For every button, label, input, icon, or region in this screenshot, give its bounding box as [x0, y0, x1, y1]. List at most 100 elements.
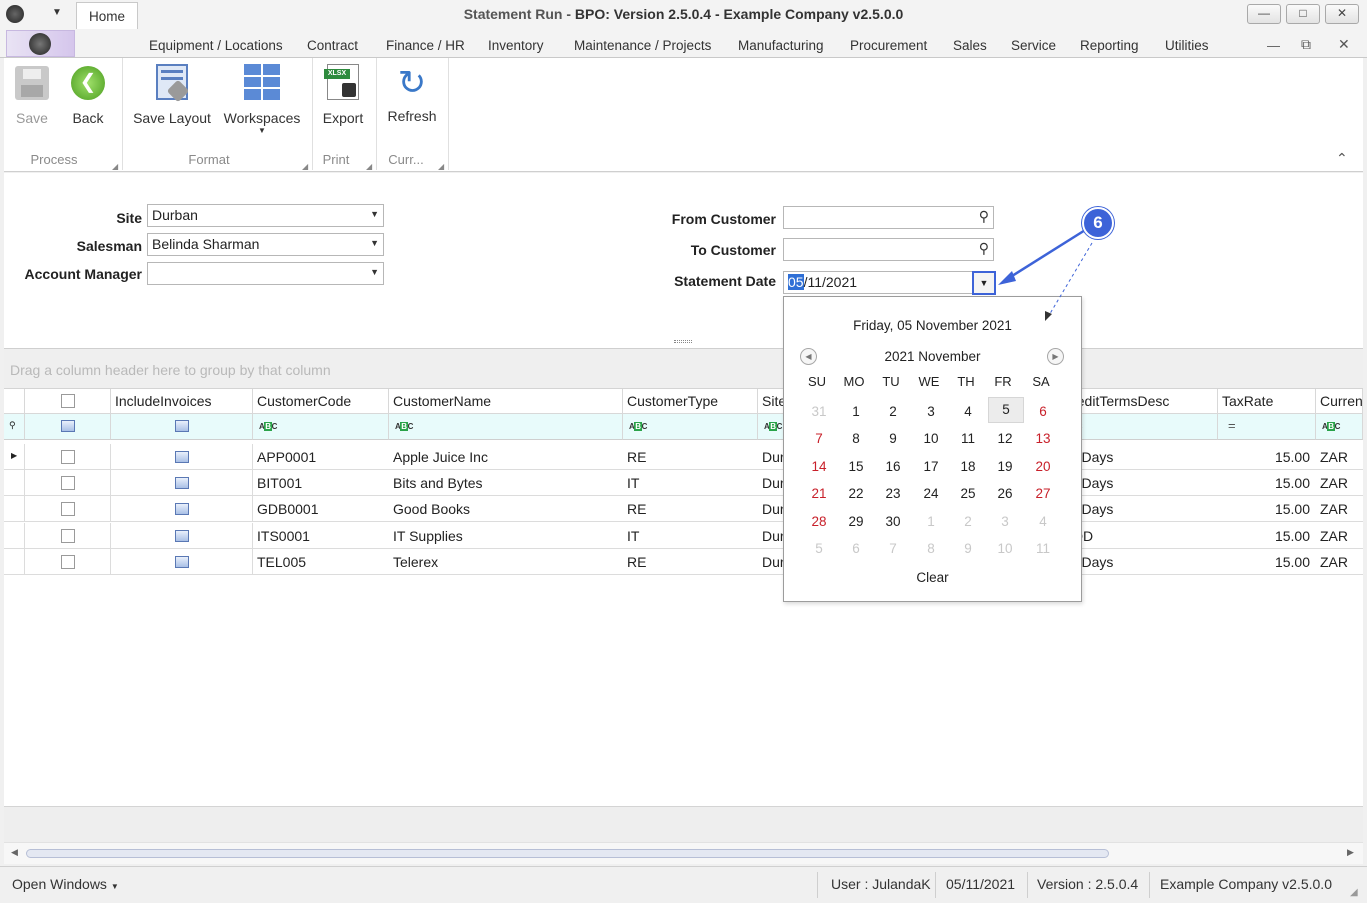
scroll-left-icon[interactable]: ◀ [11, 847, 18, 858]
calendar-day-other-month[interactable]: 7 [878, 541, 908, 556]
filter-include-invoices[interactable] [111, 414, 253, 440]
tab-service[interactable]: Service [1011, 38, 1056, 53]
export-button[interactable]: XLSX Export [318, 64, 368, 126]
calendar-day[interactable]: 10 [916, 431, 946, 446]
calendar-day[interactable]: 13 [1028, 431, 1058, 446]
group-process-launcher-icon[interactable]: ◢ [112, 162, 118, 171]
row-indicator[interactable] [4, 522, 25, 549]
include-invoices-checkbox[interactable] [174, 503, 189, 516]
calendar-day[interactable]: 19 [990, 459, 1020, 474]
select-all-header[interactable] [25, 389, 111, 414]
back-button[interactable]: ❮ Back [66, 66, 110, 126]
filter-tax-rate[interactable]: = [1218, 414, 1316, 440]
mdi-minimize-icon[interactable]: — [1267, 38, 1280, 53]
tab-reporting[interactable]: Reporting [1080, 38, 1139, 53]
calendar-day[interactable]: 8 [841, 431, 871, 446]
row-select-checkbox[interactable] [60, 450, 75, 464]
mdi-close-icon[interactable]: ✕ [1338, 36, 1350, 53]
mdi-restore-icon[interactable]: ⧉ [1301, 36, 1311, 53]
row-indicator[interactable]: ▶ [4, 444, 25, 470]
statement-date-input[interactable]: 05/11/2021 [783, 271, 996, 294]
row-select-checkbox[interactable] [60, 476, 75, 491]
calendar-month-label[interactable]: 2021 November [784, 349, 1081, 364]
include-invoices-cell[interactable] [111, 444, 253, 470]
calendar-day-other-month[interactable]: 1 [916, 514, 946, 529]
header-tax-rate[interactable]: TaxRate [1218, 389, 1316, 414]
calendar-day-selected[interactable]: 5 [988, 397, 1024, 423]
refresh-button[interactable]: ↻ Refresh [382, 64, 442, 124]
calendar-day-other-month[interactable]: 11 [1028, 541, 1058, 556]
group-currency-launcher-icon[interactable]: ◢ [438, 162, 444, 171]
minimize-button[interactable]: — [1247, 4, 1281, 24]
table-row[interactable]: BIT001Bits and BytesITDurban30 Days15.00… [4, 470, 1363, 497]
scroll-right-icon[interactable]: ▶ [1347, 847, 1354, 858]
calendar-day[interactable]: 29 [841, 514, 871, 529]
row-indicator[interactable] [4, 496, 25, 523]
calendar-day-other-month[interactable]: 8 [916, 541, 946, 556]
search-icon[interactable]: ⚲ [979, 240, 989, 257]
workspaces-button[interactable]: Workspaces ▼ [222, 64, 302, 135]
table-row[interactable]: TEL005TelerexREDurban30 Days15.00ZAR [4, 548, 1363, 575]
search-icon[interactable]: ⚲ [979, 208, 989, 225]
salesman-combo[interactable]: Belinda Sharman ▼ [147, 233, 384, 256]
header-credit-terms[interactable]: CreditTermsDesc [1058, 389, 1218, 414]
header-currency[interactable]: Currency [1316, 389, 1363, 414]
select-cell[interactable] [25, 470, 111, 497]
calendar-day-other-month[interactable]: 6 [841, 541, 871, 556]
calendar-day-other-month[interactable]: 31 [804, 404, 834, 419]
calendar-day[interactable]: 25 [953, 486, 983, 501]
tab-inventory[interactable]: Inventory [488, 38, 544, 53]
maximize-button[interactable]: □ [1286, 4, 1320, 24]
table-row[interactable]: ▶APP0001Apple Juice IncREDurban30 Days15… [4, 444, 1363, 470]
row-indicator[interactable] [4, 470, 25, 497]
calendar-day[interactable]: 30 [878, 514, 908, 529]
header-customer-code[interactable]: CustomerCode [253, 389, 389, 414]
include-invoices-checkbox[interactable] [174, 477, 189, 490]
calendar-day[interactable]: 2 [878, 404, 908, 419]
resize-grip-icon[interactable]: ◢ [1350, 887, 1358, 898]
calendar-day[interactable]: 21 [804, 486, 834, 501]
calendar-day-other-month[interactable]: 5 [804, 541, 834, 556]
save-button[interactable]: Save [10, 66, 54, 126]
row-select-checkbox[interactable] [60, 554, 75, 569]
calendar-day[interactable]: 20 [1028, 459, 1058, 474]
include-invoices-cell[interactable] [111, 470, 253, 497]
calendar-day[interactable]: 7 [804, 431, 834, 446]
save-layout-button[interactable]: Save Layout [130, 64, 214, 126]
group-print-launcher-icon[interactable]: ◢ [366, 162, 372, 171]
splitter-grip[interactable] [674, 340, 692, 343]
calendar-day[interactable]: 12 [990, 431, 1020, 446]
filter-select[interactable] [25, 414, 111, 440]
tab-sales[interactable]: Sales [953, 38, 987, 53]
calendar-day[interactable]: 28 [804, 514, 834, 529]
calendar-day[interactable]: 24 [916, 486, 946, 501]
header-customer-type[interactable]: CustomerType [623, 389, 758, 414]
calendar-day[interactable]: 1 [841, 404, 871, 419]
row-indicator[interactable] [4, 548, 25, 575]
row-select-checkbox[interactable] [60, 528, 75, 543]
calendar-day[interactable]: 15 [841, 459, 871, 474]
site-combo[interactable]: Durban ▼ [147, 204, 384, 227]
calendar-day[interactable]: 11 [953, 431, 983, 446]
group-format-launcher-icon[interactable]: ◢ [302, 162, 308, 171]
tab-home[interactable]: Home [76, 2, 139, 29]
calendar-clear-button[interactable]: Clear [784, 570, 1081, 585]
include-invoices-cell[interactable] [111, 496, 253, 523]
tab-maintenance-projects[interactable]: Maintenance / Projects [574, 38, 711, 53]
calendar-day-other-month[interactable]: 2 [953, 514, 983, 529]
include-invoices-cell[interactable] [111, 522, 253, 549]
table-row[interactable]: ITS0001IT SuppliesITDurbanCOD15.00ZAR [4, 522, 1363, 549]
filter-currency[interactable]: ABC [1316, 414, 1363, 440]
next-month-button[interactable]: ▶ [1047, 348, 1064, 365]
header-include-invoices[interactable]: IncludeInvoices [111, 389, 253, 414]
calendar-day[interactable]: 9 [878, 431, 908, 446]
calendar-day[interactable]: 18 [953, 459, 983, 474]
chevron-down-icon[interactable]: ▼ [370, 238, 379, 248]
scroll-thumb[interactable] [26, 849, 1109, 858]
select-cell[interactable] [25, 548, 111, 575]
calendar-day-other-month[interactable]: 4 [1028, 514, 1058, 529]
filter-credit-terms[interactable]: ABC [1058, 414, 1218, 440]
select-cell[interactable] [25, 444, 111, 470]
include-invoices-checkbox[interactable] [174, 555, 189, 568]
calendar-day[interactable]: 4 [953, 404, 983, 419]
